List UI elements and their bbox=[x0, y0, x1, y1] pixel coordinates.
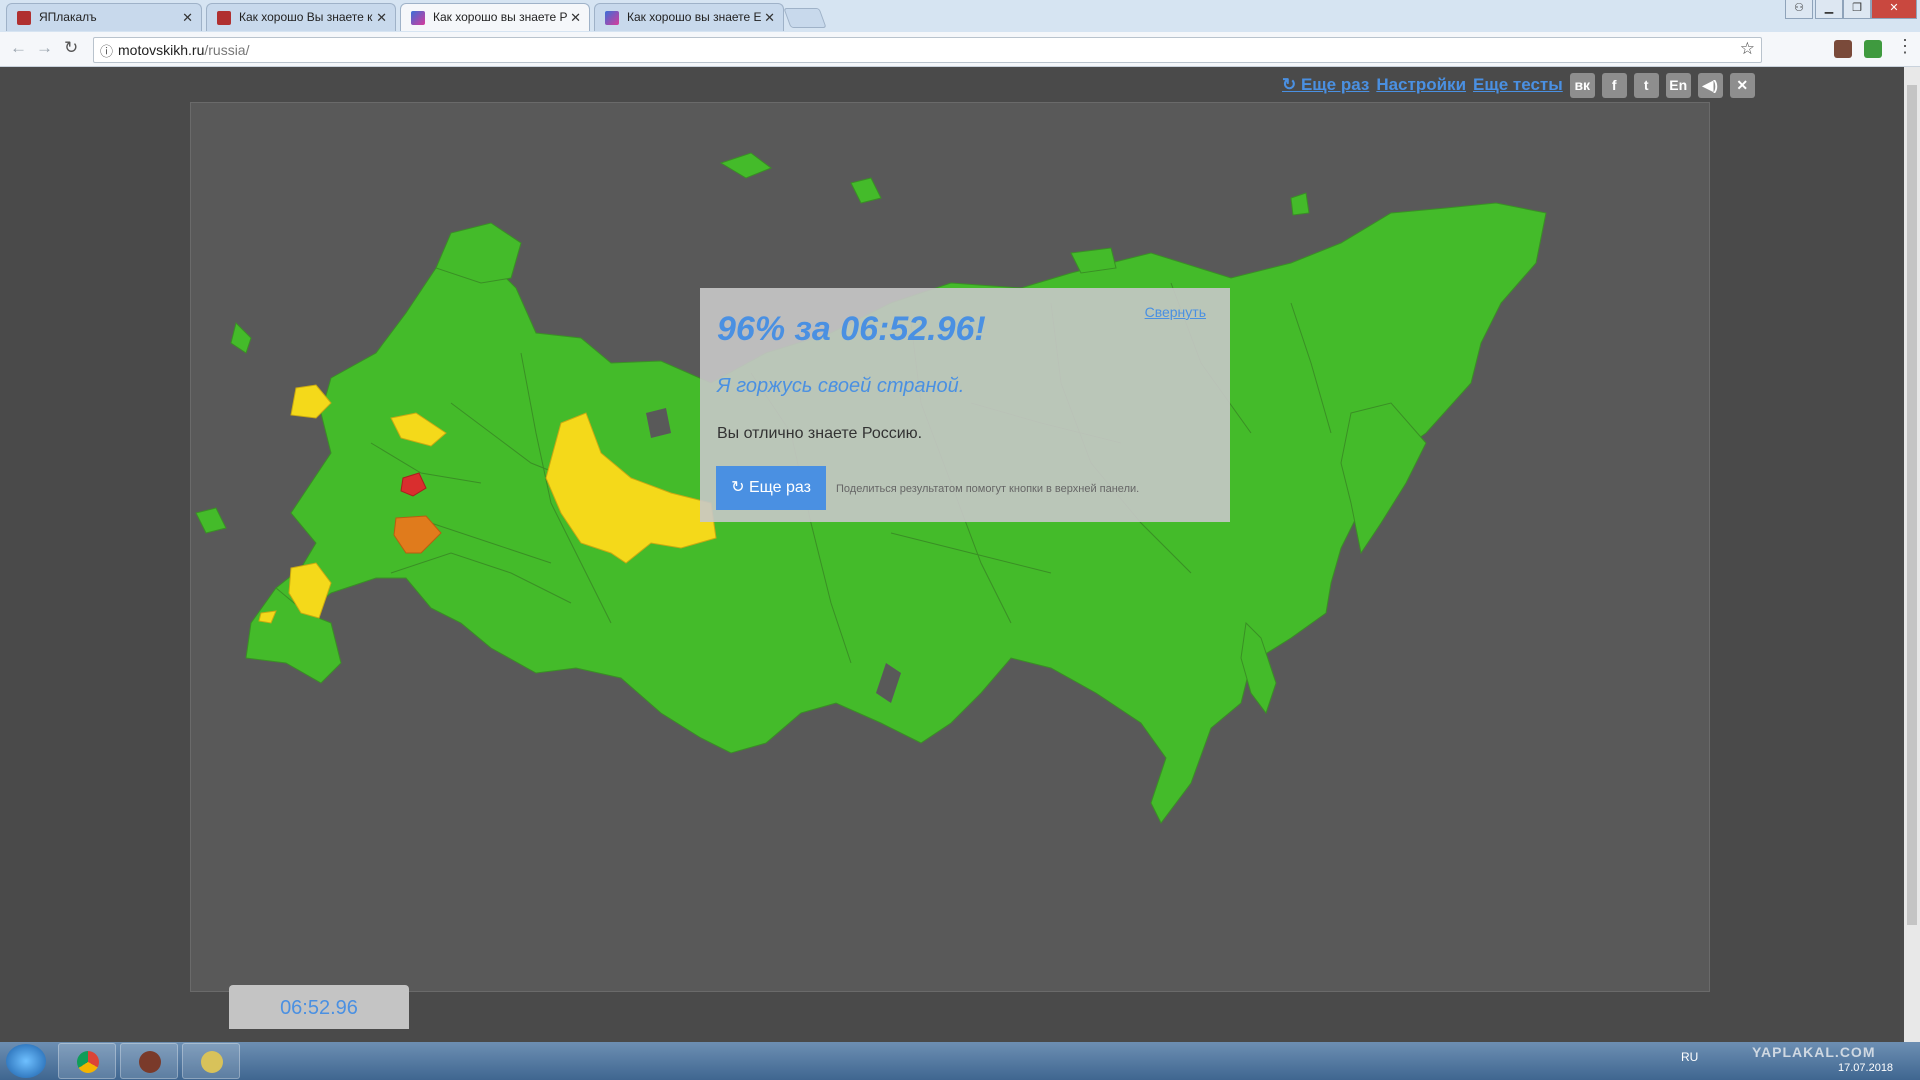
forward-icon[interactable]: → bbox=[36, 38, 53, 58]
extension-icon[interactable] bbox=[1864, 40, 1882, 58]
tab-title: ЯПлакалъ bbox=[39, 10, 97, 24]
site-favicon-icon bbox=[17, 11, 31, 25]
start-button[interactable] bbox=[6, 1044, 46, 1078]
result-slogan: Я горжусь своей страной. bbox=[717, 375, 965, 397]
top-navigation: ↻ Еще раз Настройки Еще тесты вк f t En … bbox=[1282, 72, 1755, 98]
browser-tab-4[interactable]: Как хорошо вы знаете Е ✕ bbox=[594, 3, 784, 31]
site-favicon-icon bbox=[411, 11, 425, 25]
tab-title: Как хорошо вы знаете Р bbox=[433, 10, 568, 24]
minimize-button[interactable]: ▁ bbox=[1815, 0, 1843, 19]
page-scrollbar[interactable] bbox=[1904, 67, 1920, 1042]
twitter-icon[interactable]: t bbox=[1633, 72, 1659, 98]
tab-title: Как хорошо Вы знаете к bbox=[239, 10, 373, 24]
region-correct[interactable] bbox=[245, 587, 342, 684]
app-icon bbox=[139, 1051, 161, 1073]
map-frame bbox=[190, 102, 1710, 992]
taskbar-paint[interactable] bbox=[182, 1043, 240, 1079]
result-verdict: Вы отлично знаете Россию. bbox=[717, 425, 923, 442]
chrome-icon bbox=[77, 1051, 99, 1073]
region-correct[interactable] bbox=[195, 507, 227, 534]
sound-icon[interactable]: ◀) bbox=[1697, 72, 1723, 98]
russia-map bbox=[195, 152, 1547, 824]
region-correct[interactable] bbox=[230, 322, 252, 354]
region-correct[interactable] bbox=[719, 152, 773, 179]
collapse-link[interactable]: Свернуть bbox=[1145, 304, 1206, 320]
new-tab-button[interactable] bbox=[783, 8, 827, 28]
language-indicator[interactable]: RU bbox=[1681, 1050, 1698, 1064]
browser-toolbar: ← → ↻ ⓘ motovskikh.ru/russia/ ☆ ⋮ bbox=[0, 32, 1920, 67]
more-tests-link[interactable]: Еще тесты bbox=[1473, 75, 1563, 95]
taskbar-chrome[interactable] bbox=[58, 1043, 116, 1079]
result-panel: 96% за 06:52.96! Свернуть Я горжусь свое… bbox=[700, 288, 1230, 522]
extension-icon[interactable] bbox=[1834, 40, 1852, 58]
url-text: motovskikh.ru/russia/ bbox=[118, 42, 250, 58]
reload-icon[interactable]: ↻ bbox=[64, 38, 78, 58]
browser-tab-strip: ЯПлакалъ ✕ Как хорошо Вы знаете к ✕ Как … bbox=[0, 0, 1920, 33]
address-bar[interactable]: ⓘ motovskikh.ru/russia/ ☆ bbox=[93, 37, 1762, 63]
language-en-icon[interactable]: En bbox=[1665, 72, 1691, 98]
info-icon[interactable]: ⓘ bbox=[100, 41, 113, 60]
tab-close-icon[interactable]: ✕ bbox=[376, 4, 387, 31]
menu-icon[interactable]: ⋮ bbox=[1896, 36, 1914, 57]
close-window-button[interactable]: ✕ bbox=[1871, 0, 1917, 19]
region-correct[interactable] bbox=[1070, 247, 1117, 274]
maximize-button[interactable]: ❐ bbox=[1843, 0, 1871, 19]
taskbar-app[interactable] bbox=[120, 1043, 178, 1079]
browser-tab-2[interactable]: Как хорошо Вы знаете к ✕ bbox=[206, 3, 396, 31]
scrollbar-thumb[interactable] bbox=[1907, 85, 1917, 925]
vk-icon[interactable]: вк bbox=[1569, 72, 1595, 98]
browser-tab-3[interactable]: Как хорошо вы знаете Р ✕ bbox=[400, 3, 590, 31]
region-correct[interactable] bbox=[850, 177, 882, 204]
timer-display: 06:52.96 bbox=[229, 985, 409, 1029]
tab-close-icon[interactable]: ✕ bbox=[182, 4, 193, 31]
again-link[interactable]: ↻ Еще раз bbox=[1282, 75, 1369, 95]
back-icon[interactable]: ← bbox=[10, 38, 27, 58]
tab-close-icon[interactable]: ✕ bbox=[570, 4, 581, 31]
watermark: YAPLAKAL.COM bbox=[1752, 1044, 1876, 1060]
user-profile-icon[interactable]: ⚇ bbox=[1785, 0, 1813, 19]
site-favicon-icon bbox=[605, 11, 619, 25]
site-favicon-icon bbox=[217, 11, 231, 25]
settings-link[interactable]: Настройки bbox=[1376, 75, 1466, 95]
page-content: ↻ Еще раз Настройки Еще тесты вк f t En … bbox=[0, 67, 1904, 1042]
browser-tab-1[interactable]: ЯПлакалъ ✕ bbox=[6, 3, 202, 31]
score-heading: 96% за 06:52.96! bbox=[717, 310, 986, 348]
share-hint: Поделиться результатом помогут кнопки в … bbox=[836, 483, 1140, 495]
tab-title: Как хорошо вы знаете Е bbox=[627, 10, 762, 24]
tab-close-icon[interactable]: ✕ bbox=[764, 4, 775, 31]
region-correct[interactable] bbox=[1290, 192, 1310, 216]
facebook-icon[interactable]: f bbox=[1601, 72, 1627, 98]
again-button[interactable]: ↻ Еще раз bbox=[716, 466, 826, 510]
bookmark-star-icon[interactable]: ☆ bbox=[1740, 39, 1755, 59]
windows-taskbar: RU YAPLAKAL.COM 17.07.2018 bbox=[0, 1042, 1920, 1080]
clock-date[interactable]: 17.07.2018 bbox=[1838, 1062, 1893, 1074]
close-icon[interactable]: ✕ bbox=[1729, 72, 1755, 98]
paint-icon bbox=[201, 1051, 223, 1073]
